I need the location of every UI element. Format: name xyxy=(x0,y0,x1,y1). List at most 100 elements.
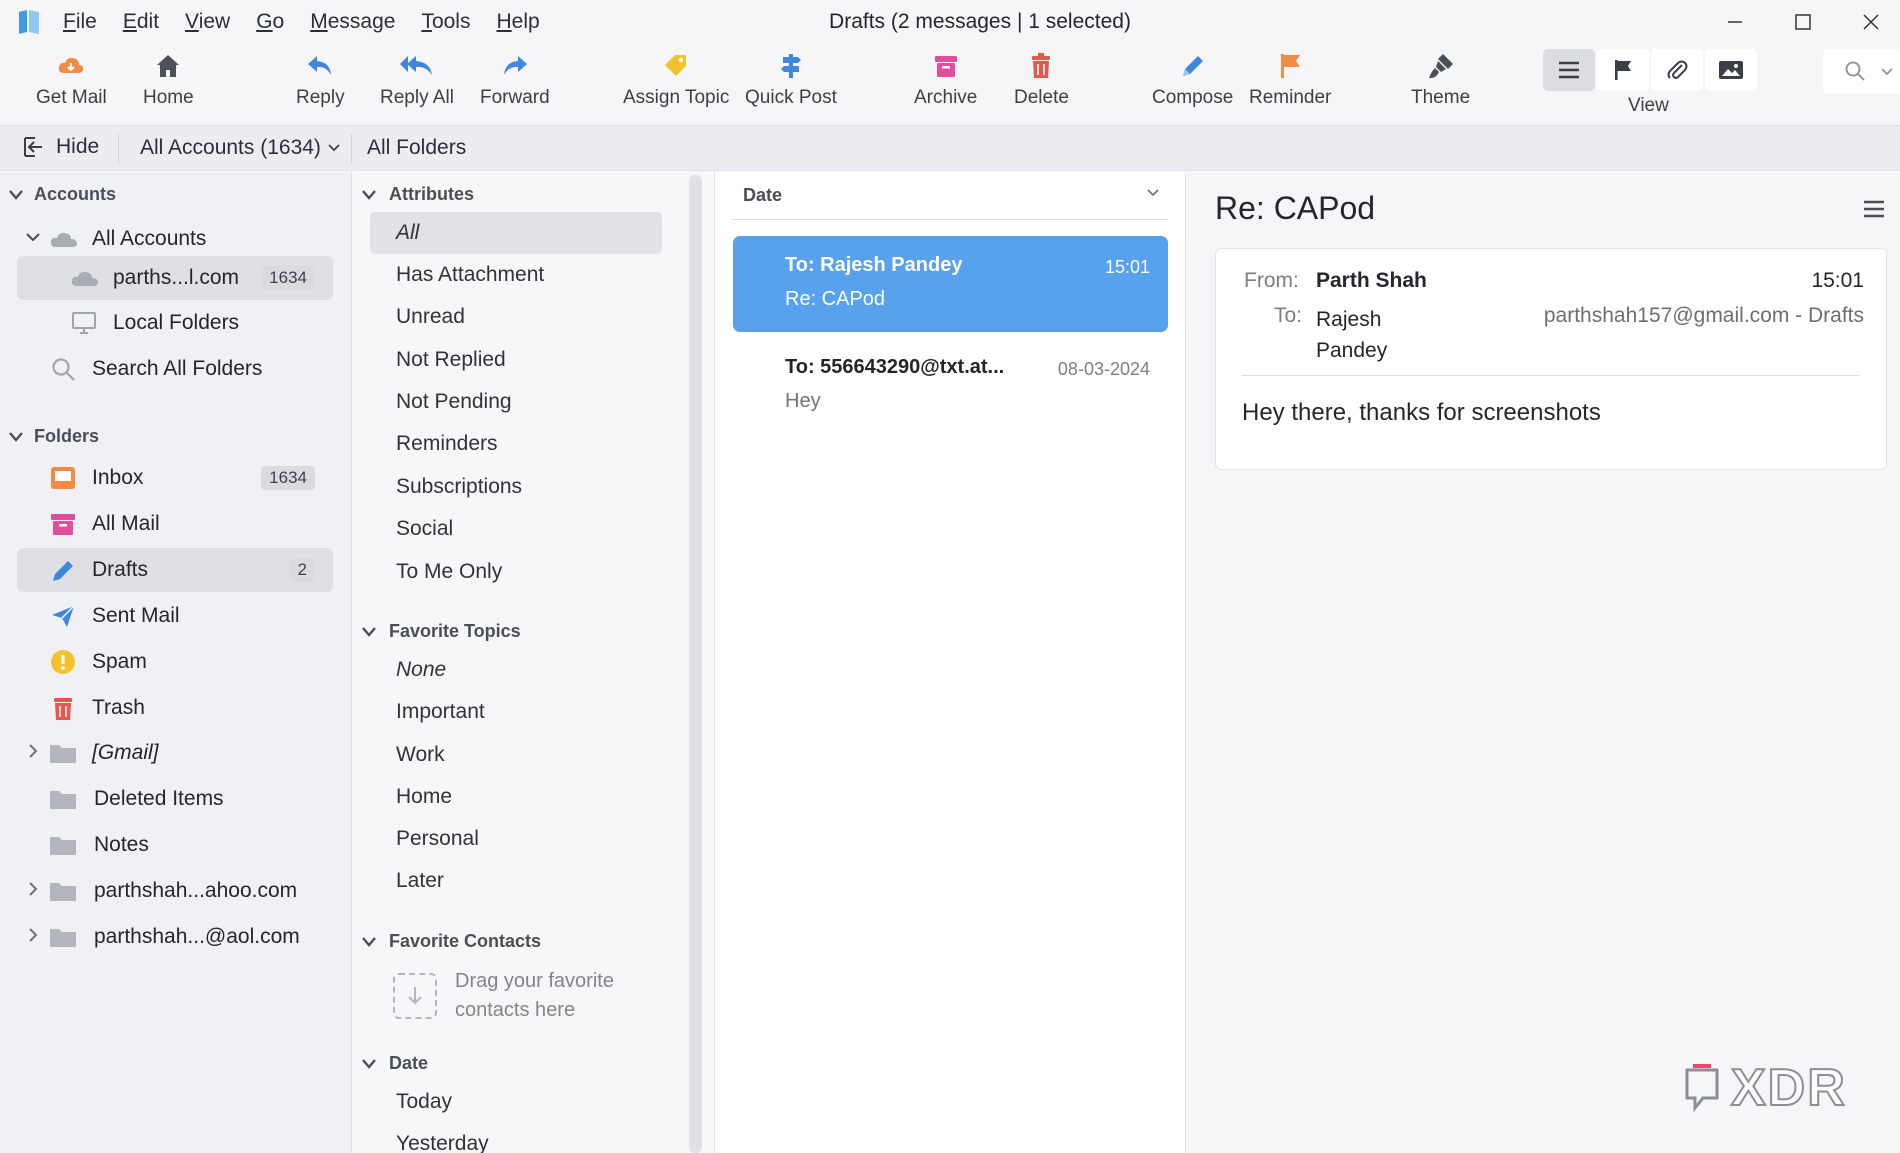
window-title: Drafts (2 messages | 1 selected) xyxy=(829,10,1131,33)
menu-help[interactable]: Help xyxy=(496,9,539,35)
filter-all[interactable]: All xyxy=(370,212,662,254)
sidebar-item-notes[interactable]: Notes xyxy=(17,823,333,867)
attachment-view-button[interactable] xyxy=(1651,49,1703,91)
topic-important[interactable]: Important xyxy=(370,691,662,733)
sidebar-item-label: All Accounts xyxy=(92,227,207,250)
warning-icon xyxy=(49,649,77,675)
message-time: 08-03-2024 xyxy=(1057,359,1150,379)
menu-file[interactable]: File xyxy=(63,9,97,35)
sidebar-item-inbox[interactable]: Inbox 1634 xyxy=(17,456,333,500)
sidebar-item-all-mail[interactable]: All Mail xyxy=(17,502,333,546)
reply-all-button[interactable]: Reply All xyxy=(380,51,454,109)
image-view-button[interactable] xyxy=(1705,49,1757,91)
home-button[interactable]: Home xyxy=(143,51,194,109)
paintbrush-icon xyxy=(1428,54,1453,79)
menu-tools[interactable]: Tools xyxy=(421,9,470,35)
date-section-header[interactable]: Date xyxy=(361,1053,428,1074)
minimize-button[interactable] xyxy=(1707,6,1763,38)
delete-button[interactable]: Delete xyxy=(1014,51,1069,109)
favorite-topics-section-header[interactable]: Favorite Topics xyxy=(361,621,521,642)
message-row[interactable]: To: 556643290@txt.at... 08-03-2024 Hey xyxy=(733,338,1168,434)
filter-social[interactable]: Social xyxy=(370,508,662,550)
sort-label: Date xyxy=(743,185,783,205)
sidebar-item-drafts[interactable]: Drafts 2 xyxy=(17,548,333,592)
assign-topic-button[interactable]: Assign Topic xyxy=(623,51,729,109)
topic-work[interactable]: Work xyxy=(370,734,662,776)
filter-subscriptions[interactable]: Subscriptions xyxy=(370,466,662,508)
topic-none[interactable]: None xyxy=(370,649,662,691)
view-toggle-group xyxy=(1543,49,1757,91)
get-mail-button[interactable]: Get Mail xyxy=(36,51,107,109)
sidebar-item-yahoo-account[interactable]: parthshah...ahoo.com xyxy=(17,869,333,913)
hide-sidebar-button[interactable]: Hide xyxy=(22,135,99,159)
sidebar-item-label: Drafts xyxy=(92,558,149,581)
divider xyxy=(118,134,119,164)
date-filter-yesterday[interactable]: Yesterday xyxy=(370,1123,662,1153)
home-icon xyxy=(157,55,180,77)
forward-button[interactable]: Forward xyxy=(480,51,550,109)
reminder-button[interactable]: Reminder xyxy=(1249,51,1331,109)
search-icon xyxy=(1845,61,1865,81)
sidebar-item-local-folders[interactable]: Local Folders xyxy=(17,301,333,345)
topic-personal[interactable]: Personal xyxy=(370,818,662,860)
message-row[interactable]: To: Rajesh Pandey 15:01 Re: CAPod xyxy=(733,236,1168,332)
search-box[interactable] xyxy=(1823,49,1900,93)
recipient-name[interactable]: Rajesh Pandey xyxy=(1316,304,1406,366)
message-recipient: To: Rajesh Pandey xyxy=(785,254,963,276)
quick-post-button[interactable]: Quick Post xyxy=(745,51,837,109)
message-card: From: Parth Shah 15:01 To: Rajesh Pandey… xyxy=(1215,248,1887,470)
sidebar-item-search-all[interactable]: Search All Folders xyxy=(17,347,333,391)
menu-edit[interactable]: Edit xyxy=(123,9,159,35)
hamburger-menu-icon[interactable] xyxy=(1862,198,1886,220)
sidebar-item-label: Sent Mail xyxy=(92,604,180,627)
to-label: To: xyxy=(1274,304,1303,327)
sender-name[interactable]: Parth Shah xyxy=(1316,269,1427,293)
filter-pane-scrollbar[interactable] xyxy=(689,175,702,1153)
sidebar-item-spam[interactable]: Spam xyxy=(17,640,333,684)
message-recipient: To: 556643290@txt.at... xyxy=(785,356,1005,378)
list-view-button[interactable] xyxy=(1543,49,1595,91)
flag-view-button[interactable] xyxy=(1597,49,1649,91)
contacts-drop-zone[interactable]: Drag your favorite contacts here xyxy=(393,967,655,1025)
filter-has-attachment[interactable]: Has Attachment xyxy=(370,254,662,296)
forward-icon xyxy=(503,56,527,75)
app-logo-icon xyxy=(19,10,39,34)
archive-button[interactable]: Archive xyxy=(914,51,977,109)
filter-not-replied[interactable]: Not Replied xyxy=(370,339,662,381)
filter-not-pending[interactable]: Not Pending xyxy=(370,381,662,423)
sidebar-item-aol-account[interactable]: parthshah...@aol.com xyxy=(17,915,333,959)
filter-reminders[interactable]: Reminders xyxy=(370,423,662,465)
attributes-section-header[interactable]: Attributes xyxy=(361,184,474,205)
menu-go[interactable]: Go xyxy=(256,9,284,35)
accounts-section-header[interactable]: Accounts xyxy=(8,184,116,205)
sidebar-item-all-accounts[interactable]: All Accounts xyxy=(17,217,333,261)
reply-button[interactable]: Reply xyxy=(296,51,345,109)
pencil-icon xyxy=(1182,56,1203,76)
menu-message[interactable]: Message xyxy=(310,9,395,35)
sidebar-item-label: Notes xyxy=(94,833,149,856)
accounts-dropdown[interactable]: All Accounts (1634) xyxy=(140,136,341,160)
filter-to-me-only[interactable]: To Me Only xyxy=(370,551,662,593)
filter-unread[interactable]: Unread xyxy=(370,296,662,338)
favorite-contacts-section-header[interactable]: Favorite Contacts xyxy=(361,931,541,952)
menu-view[interactable]: View xyxy=(185,9,230,35)
favorite-topics-heading: Favorite Topics xyxy=(389,621,521,641)
folders-section-header[interactable]: Folders xyxy=(8,426,99,447)
sidebar-item-trash[interactable]: Trash xyxy=(17,686,333,730)
folders-breadcrumb[interactable]: All Folders xyxy=(367,136,466,160)
compose-button[interactable]: Compose xyxy=(1152,51,1233,109)
chevron-right-icon xyxy=(29,928,38,942)
sort-header[interactable]: Date xyxy=(733,172,1168,220)
sidebar-item-sent-mail[interactable]: Sent Mail xyxy=(17,594,333,638)
theme-button[interactable]: Theme xyxy=(1411,51,1470,109)
date-filter-today[interactable]: Today xyxy=(370,1081,662,1123)
sidebar-item-account[interactable]: parths...l.com 1634 xyxy=(17,256,333,300)
close-button[interactable] xyxy=(1843,6,1899,38)
sidebar-item-deleted-items[interactable]: Deleted Items xyxy=(17,777,333,821)
sidebar-item-gmail[interactable]: [Gmail] xyxy=(17,731,333,775)
inbox-icon xyxy=(49,465,77,491)
maximize-button[interactable] xyxy=(1775,6,1831,38)
topic-later[interactable]: Later xyxy=(370,860,662,902)
reading-pane: Re: CAPod From: Parth Shah 15:01 To: Raj… xyxy=(1187,172,1900,1153)
topic-home[interactable]: Home xyxy=(370,776,662,818)
